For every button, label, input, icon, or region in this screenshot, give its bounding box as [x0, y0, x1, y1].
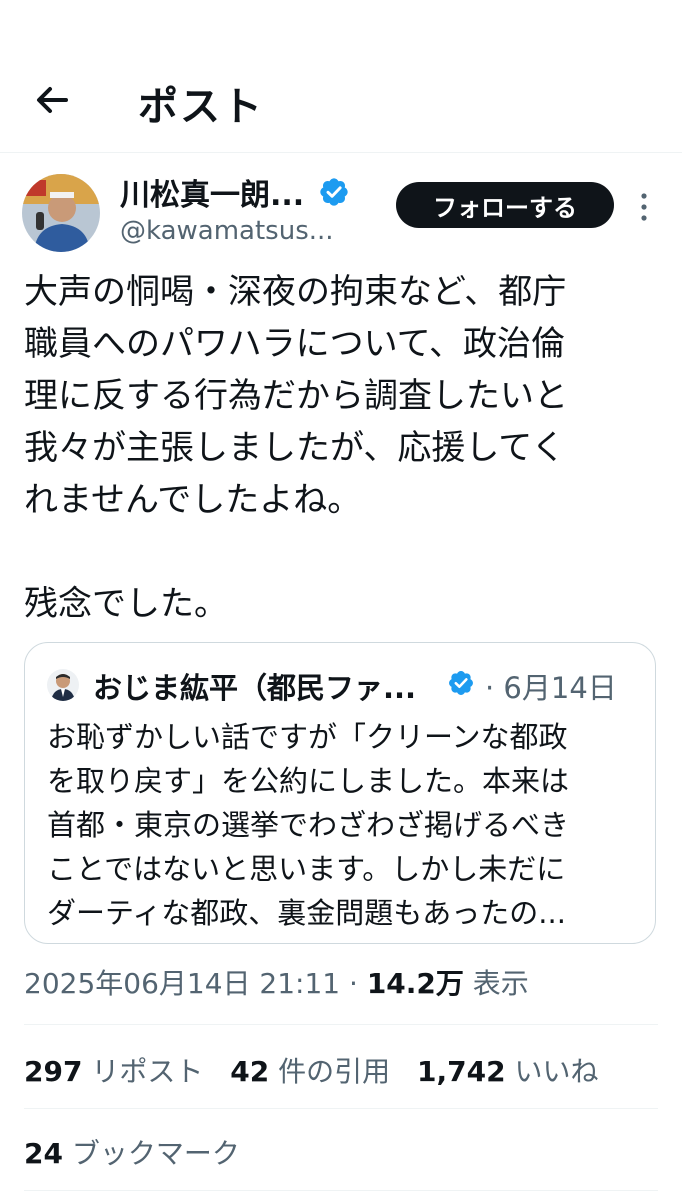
- more-vertical-icon[interactable]: [634, 190, 654, 224]
- divider: [24, 1108, 658, 1109]
- page-title: ポスト: [138, 84, 264, 130]
- quoted-text-line: お恥ずかしい話ですが「クリーンな都政: [47, 720, 568, 754]
- view-label: 表示: [463, 967, 529, 1000]
- likes-label: いいね: [505, 1055, 599, 1088]
- divider: [24, 1024, 658, 1025]
- engagement-stats: 297 リポスト 42 件の引用 1,742 いいね: [24, 1050, 617, 1090]
- quoted-author-avatar: [47, 669, 79, 701]
- post-text-line: れませんでしたよね。: [24, 480, 362, 520]
- quotes-stat[interactable]: 42 件の引用: [230, 1050, 390, 1090]
- quoted-text-line: を取り戻す」を公約にしました。本来は: [47, 764, 570, 798]
- quoted-post-text: お恥ずかしい話ですが「クリーンな都政 を取り戻す」を公約にしました。本来は 首都…: [47, 715, 639, 935]
- author-name[interactable]: 川松真一朗...: [120, 170, 304, 214]
- divider: [24, 1190, 658, 1191]
- quoted-text-line: ことではないと思います。しかし未だに: [47, 852, 566, 886]
- view-count: 14.2万: [366, 967, 464, 1000]
- quotes-label: 件の引用: [269, 1055, 391, 1088]
- verified-badge-icon: [449, 671, 473, 695]
- post-meta: 2025年06月14日 21:11 · 14.2万 表示: [24, 962, 529, 1002]
- likes-stat[interactable]: 1,742 いいね: [417, 1050, 598, 1090]
- back-arrow-icon[interactable]: [32, 80, 72, 120]
- bookmarks-stat[interactable]: 24 ブックマーク: [24, 1132, 240, 1172]
- reposts-label: リポスト: [82, 1055, 204, 1088]
- top-bar: ポスト: [0, 0, 682, 153]
- quoted-author-name: おじま紘平（都民ファ...: [93, 671, 417, 705]
- post-text-line: 職員へのパワハラについて、政治倫: [24, 324, 565, 364]
- post-text-line: 我々が主張しましたが、応援してく: [24, 428, 566, 468]
- post-text: 大声の恫喝・深夜の拘束など、都庁 職員へのパワハラについて、政治倫 理に反する行…: [24, 266, 664, 630]
- post-text-line: 残念でした。: [24, 584, 228, 624]
- quoted-text-line: 首都・東京の選挙でわざわざ掲げるべき: [47, 808, 570, 842]
- quoted-post[interactable]: おじま紘平（都民ファ... · 6月14日 お恥ずかしい話ですが「クリーンな都政…: [24, 642, 656, 944]
- bookmarks-count: 24: [24, 1137, 63, 1170]
- follow-button[interactable]: フォローする: [396, 182, 614, 228]
- author-handle[interactable]: @kawamatsus...: [120, 216, 334, 246]
- reposts-stat[interactable]: 297 リポスト: [24, 1050, 203, 1090]
- quotes-count: 42: [230, 1055, 270, 1088]
- bookmarks-label: ブックマーク: [62, 1137, 240, 1170]
- post-timestamp[interactable]: 2025年06月14日 21:11: [24, 967, 340, 1000]
- quoted-post-date: · 6月14日: [485, 671, 617, 705]
- post-text-line: 理に反する行為だから調査したいと: [24, 376, 568, 416]
- likes-count: 1,742: [417, 1055, 506, 1088]
- author-avatar[interactable]: [22, 174, 100, 252]
- reposts-count: 297: [24, 1055, 83, 1088]
- quoted-text-line: ダーティな都政、裏金問題もあったの...: [47, 896, 566, 930]
- meta-separator: ·: [340, 967, 367, 1000]
- verified-badge-icon: [320, 178, 348, 206]
- post-text-line: 大声の恫喝・深夜の拘束など、都庁: [24, 272, 567, 312]
